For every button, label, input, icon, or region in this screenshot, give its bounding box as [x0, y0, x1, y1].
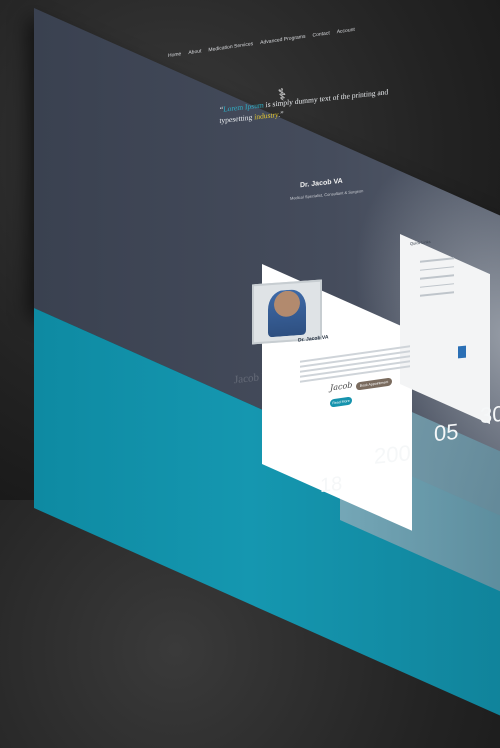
sidebar-link[interactable] — [420, 274, 454, 280]
hero-quote: “Lorem Ipsum is simply dummy text of the… — [219, 86, 390, 126]
sidebar-list — [420, 250, 454, 304]
nav-item-account[interactable]: Account — [337, 27, 355, 36]
nav-item-about[interactable]: About — [188, 48, 201, 56]
sidebar-link[interactable] — [420, 265, 454, 271]
quote-close: .” — [278, 109, 284, 119]
mockup-board: Home About Medication Services Advanced … — [0, 0, 500, 748]
sidebar-link[interactable] — [420, 257, 454, 263]
nav-item-services[interactable]: Medication Services — [208, 41, 253, 53]
top-nav: Home About Medication Services Advanced … — [168, 27, 355, 59]
profile-photo — [252, 279, 322, 345]
stat-value: 30 — [480, 400, 500, 429]
stat-value: 200 — [374, 440, 411, 469]
doctor-avatar — [268, 288, 306, 338]
nav-item-home[interactable]: Home — [168, 51, 181, 59]
logo-icon — [458, 345, 466, 359]
stat-value: 05 — [434, 418, 459, 447]
sidebar-link[interactable] — [420, 291, 454, 297]
stat-value: 18 — [320, 472, 343, 498]
nav-item-contact[interactable]: Contact — [312, 30, 329, 38]
nav-item-programs[interactable]: Advanced Programs — [260, 34, 305, 46]
quote-highlight-2: industry — [254, 109, 279, 122]
sidebar-link[interactable] — [420, 282, 454, 289]
